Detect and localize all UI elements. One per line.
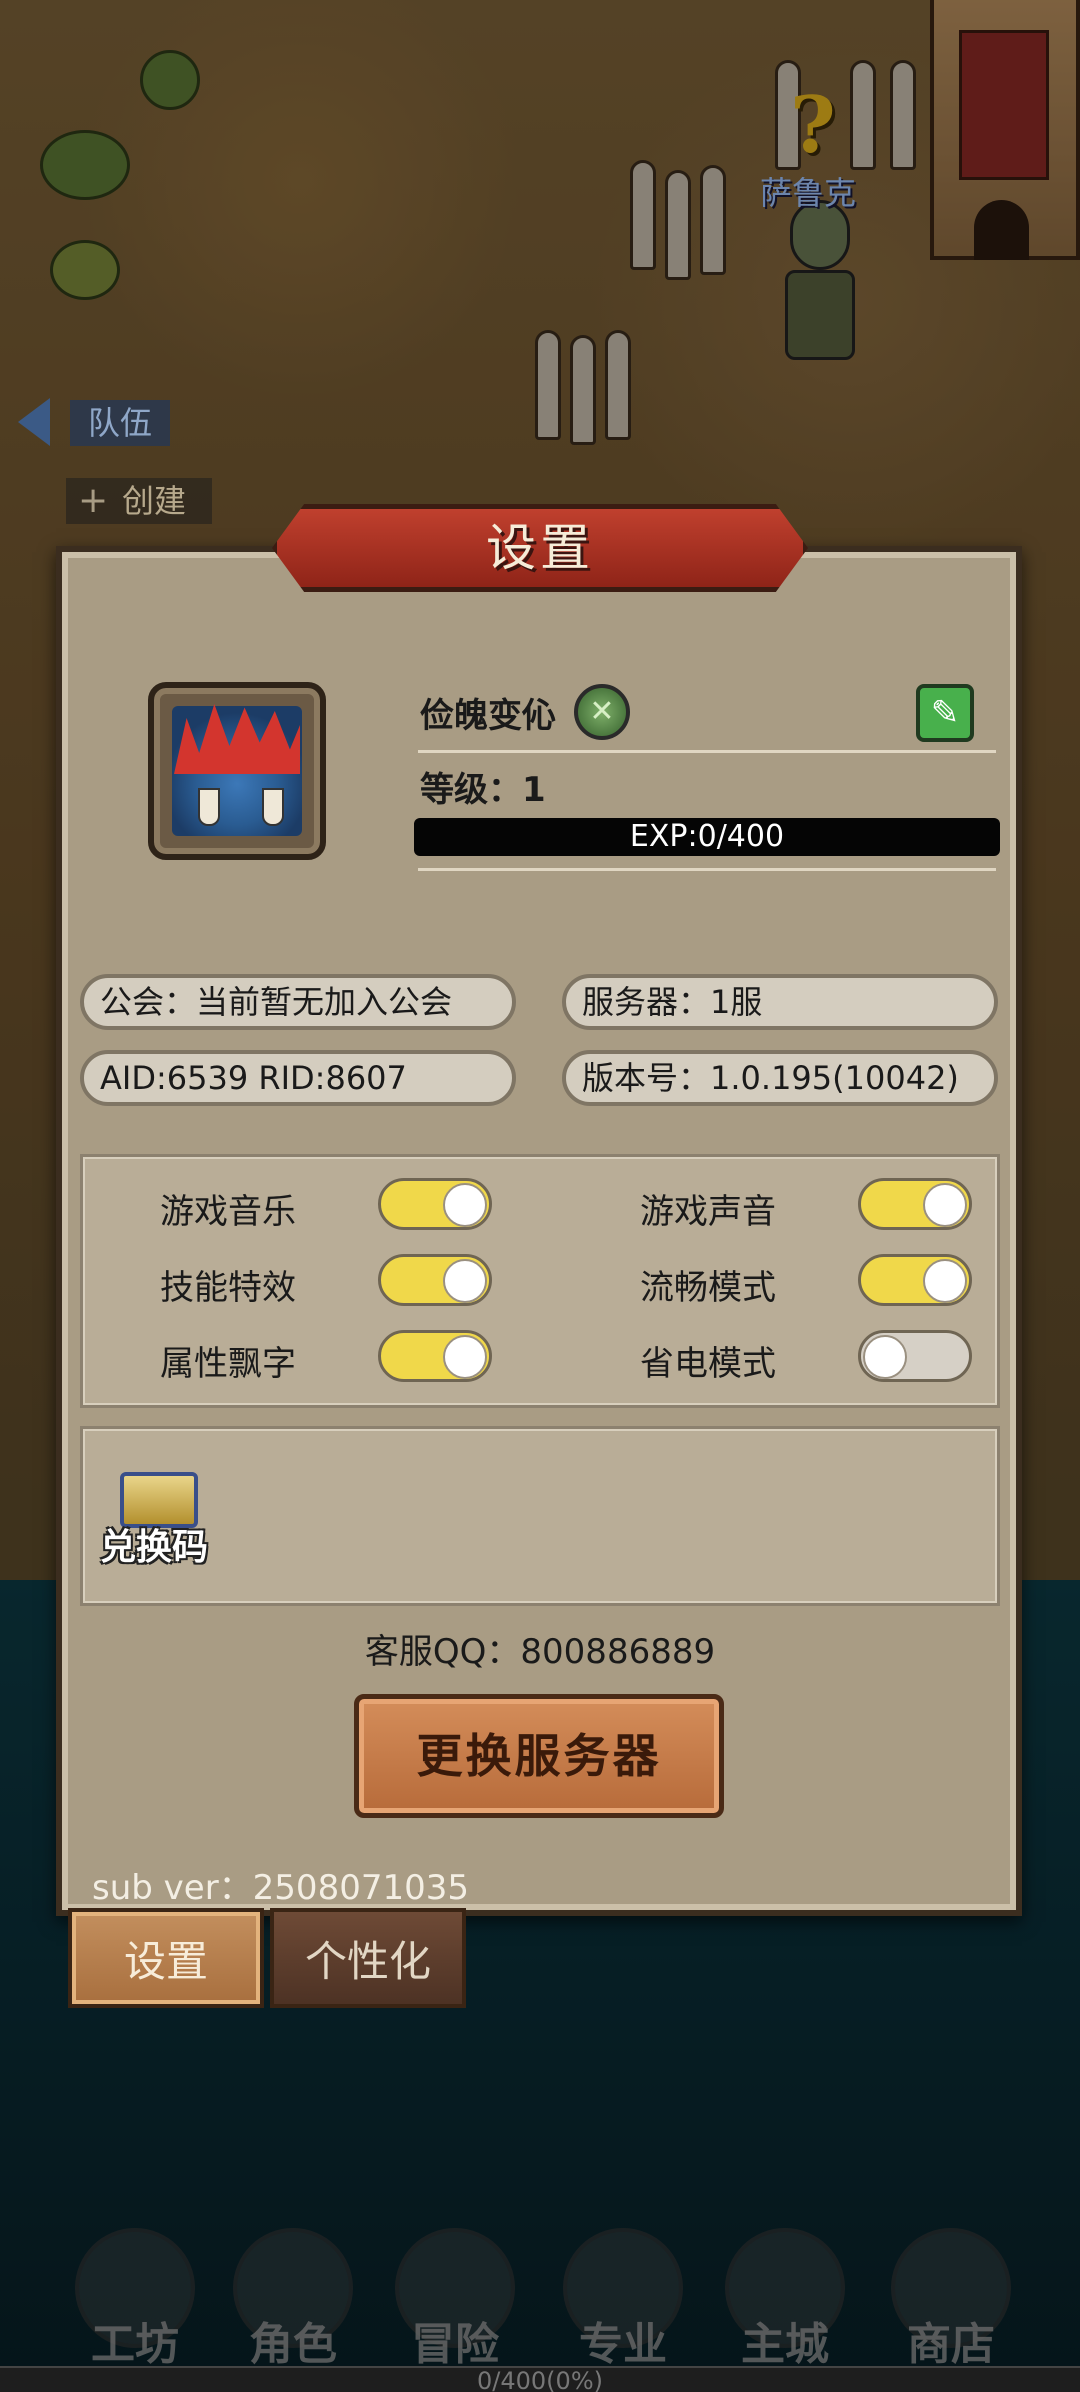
nav-workshop[interactable]: 工坊	[60, 2220, 210, 2370]
toggle-floating-text[interactable]	[378, 1330, 492, 1382]
nav-label: 工坊	[91, 2319, 179, 2370]
create-team-label: 创建	[122, 482, 187, 520]
divider	[418, 750, 996, 753]
sub-version: sub ver：2508071035	[92, 1868, 469, 1908]
toggle-knob	[443, 1335, 487, 1379]
toggle-sound[interactable]	[858, 1178, 972, 1230]
toggle-label-power-save: 省电模式	[640, 1344, 776, 1384]
divider	[418, 868, 996, 871]
tab-settings[interactable]: 设置	[68, 1908, 264, 2008]
team-tab[interactable]: 队伍	[70, 400, 170, 446]
nav-label: 冒险	[411, 2319, 499, 2370]
account-ids: AID:6539 RID:8607	[80, 1050, 516, 1106]
toggle-power-save[interactable]	[858, 1330, 972, 1382]
player-name: 俭魄变伈	[420, 696, 556, 736]
toggle-knob	[923, 1183, 967, 1227]
toggle-knob	[923, 1259, 967, 1303]
redeem-section	[80, 1426, 1000, 1606]
toggle-knob	[443, 1259, 487, 1303]
tab-personalization[interactable]: 个性化	[270, 1908, 466, 2008]
bottom-exp-bar: 0/400(0%)	[0, 2366, 1080, 2392]
edit-name-button[interactable]: ✎	[916, 684, 974, 742]
nav-profession[interactable]: 专业	[548, 2220, 698, 2370]
toggle-label-skill-effects: 技能特效	[160, 1268, 296, 1308]
avatar-tusk	[262, 788, 284, 826]
toggle-knob	[443, 1183, 487, 1227]
toggle-knob	[863, 1335, 907, 1379]
plus-icon: +	[78, 480, 109, 521]
toggle-label-music: 游戏音乐	[160, 1192, 296, 1232]
toggle-label-smooth-mode: 流畅模式	[640, 1268, 776, 1308]
nav-label: 主城	[741, 2319, 829, 2370]
avatar[interactable]	[148, 682, 326, 860]
toggle-music[interactable]	[378, 1178, 492, 1230]
nav-label: 角色	[249, 2319, 337, 2370]
nav-character[interactable]: 角色	[218, 2220, 368, 2370]
guild-info: 公会：当前暂无加入公会	[80, 974, 516, 1030]
version-info: 版本号：1.0.195(10042)	[562, 1050, 998, 1106]
crossed-swords-icon: ✕	[574, 684, 630, 740]
nav-shop[interactable]: 商店	[876, 2220, 1026, 2370]
redeem-code-button[interactable]: 兑换码	[100, 1518, 208, 1570]
avatar-tusk	[198, 788, 220, 826]
pencil-icon: ✎	[930, 693, 960, 733]
change-server-button[interactable]: 更换服务器	[354, 1694, 724, 1818]
nav-adventure[interactable]: 冒险	[380, 2220, 530, 2370]
nav-main-city[interactable]: 主城	[710, 2220, 860, 2370]
create-team-button[interactable]: + 创建	[66, 478, 212, 524]
toggle-skill-effects[interactable]	[378, 1254, 492, 1306]
collapse-arrow-icon[interactable]	[18, 398, 50, 446]
bottom-exp-text: 0/400(0%)	[477, 2367, 603, 2392]
nav-label: 商店	[907, 2319, 995, 2370]
panel-title: 设置	[486, 519, 594, 577]
exp-bar: EXP:0/400	[414, 818, 1000, 856]
toggle-smooth-mode[interactable]	[858, 1254, 972, 1306]
support-qq: 客服QQ：800886889	[364, 1632, 716, 1672]
player-level: 等级：1	[420, 770, 546, 810]
toggle-label-sound: 游戏声音	[640, 1192, 776, 1232]
server-info: 服务器：1服	[562, 974, 998, 1030]
toggle-label-floating-text: 属性飘字	[160, 1344, 296, 1384]
nav-label: 专业	[579, 2319, 667, 2370]
